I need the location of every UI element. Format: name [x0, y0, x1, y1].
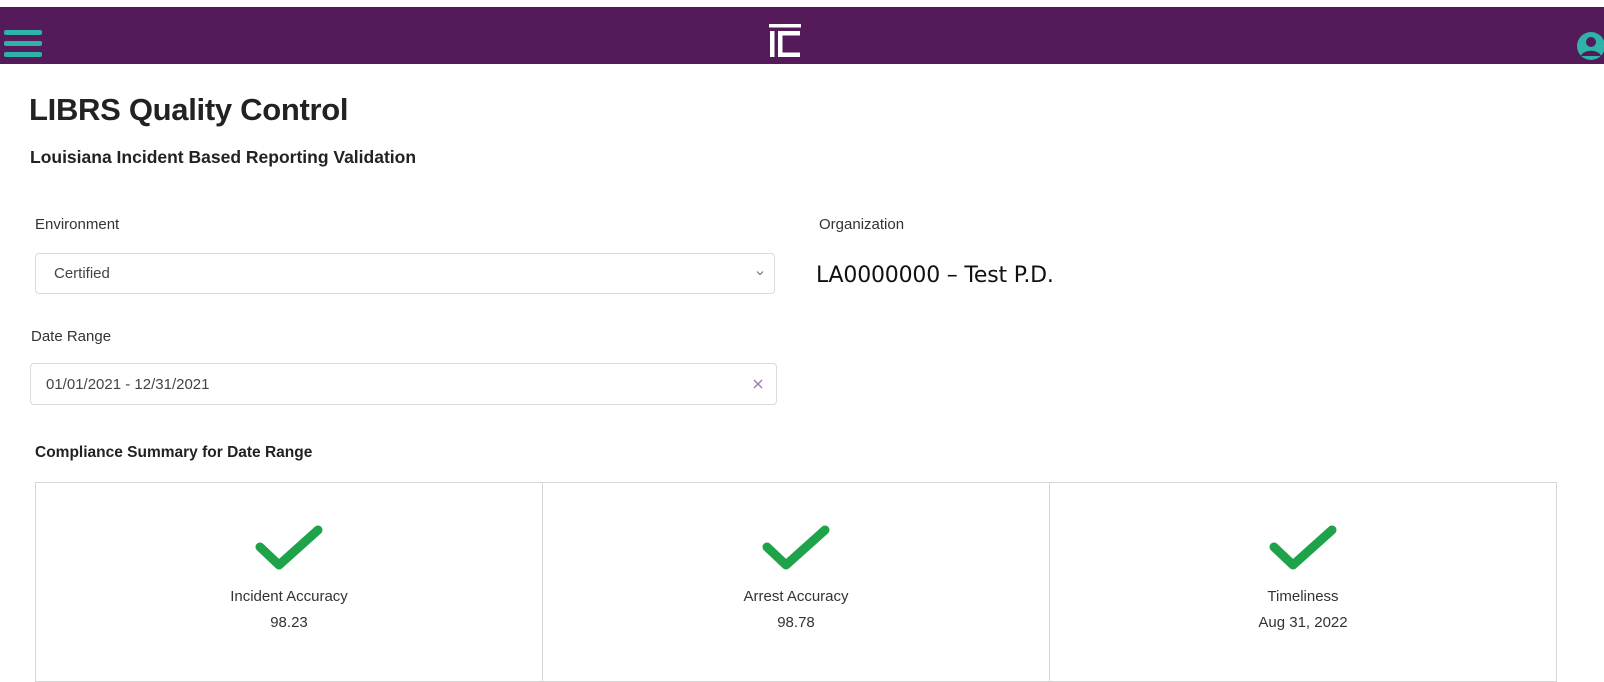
summary-card-timeliness: Timeliness Aug 31, 2022	[1050, 483, 1556, 681]
card-value: Aug 31, 2022	[1258, 614, 1348, 631]
date-range-value: 01/01/2021 - 12/31/2021	[46, 376, 210, 393]
chevron-down-icon	[756, 271, 764, 276]
compliance-summary-panel: Incident Accuracy 98.23 Arrest Accuracy …	[35, 482, 1557, 682]
organization-value: LA0000000 – Test P.D.	[816, 263, 1054, 288]
environment-label: Environment	[35, 216, 120, 233]
environment-select[interactable]: Certified	[35, 253, 775, 294]
environment-selected-value: Certified	[54, 265, 110, 282]
compliance-summary-title: Compliance Summary for Date Range	[35, 444, 313, 461]
summary-card-incident-accuracy: Incident Accuracy 98.23	[36, 483, 543, 681]
card-value: 98.23	[270, 614, 308, 631]
date-range-label: Date Range	[31, 328, 112, 345]
check-icon	[1269, 525, 1337, 570]
card-label: Arrest Accuracy	[743, 588, 849, 605]
ic-logo-icon[interactable]	[768, 24, 802, 58]
check-icon	[255, 525, 323, 570]
organization-label: Organization	[819, 216, 905, 233]
page-title: LIBRS Quality Control	[29, 92, 349, 127]
card-label: Timeliness	[1267, 588, 1339, 605]
card-label: Incident Accuracy	[230, 588, 348, 605]
summary-card-arrest-accuracy: Arrest Accuracy 98.78	[543, 483, 1050, 681]
top-app-bar	[0, 7, 1604, 64]
page-subtitle: Louisiana Incident Based Reporting Valid…	[30, 147, 417, 167]
card-value: 98.78	[777, 614, 815, 631]
user-avatar-icon[interactable]	[1576, 31, 1604, 61]
hamburger-menu-icon[interactable]	[4, 30, 44, 58]
clear-x-icon[interactable]	[752, 378, 764, 390]
date-range-input[interactable]: 01/01/2021 - 12/31/2021	[30, 363, 777, 405]
check-icon	[762, 525, 830, 570]
